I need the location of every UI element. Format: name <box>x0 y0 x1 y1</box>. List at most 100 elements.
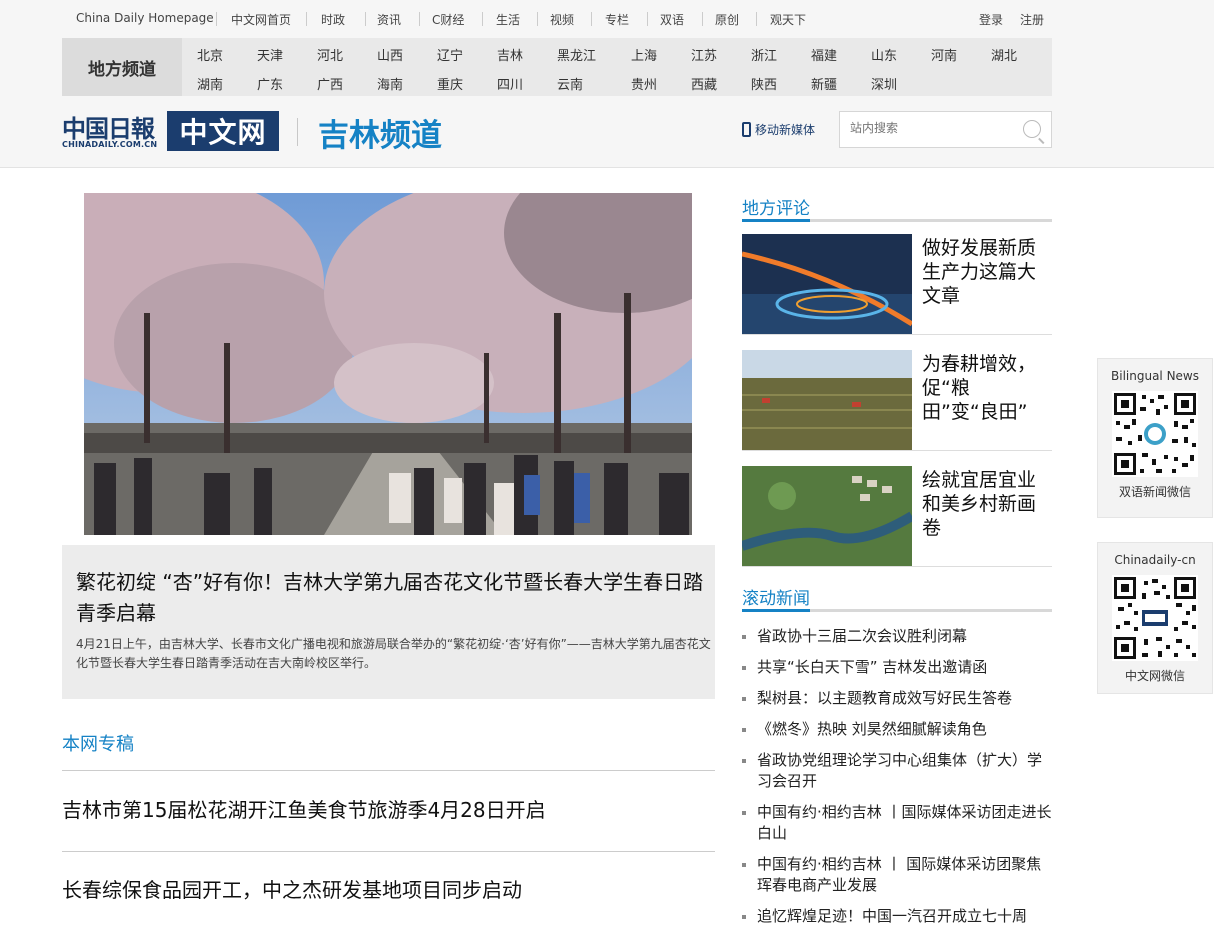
region-link[interactable]: 湖南 <box>197 74 223 93</box>
region-link[interactable]: 黑龙江 <box>557 45 596 64</box>
section-divider <box>62 851 715 852</box>
region-link[interactable]: 湖北 <box>991 45 1017 64</box>
top-nav: China Daily Homepage 中文网首页 时政 资讯 C财经 生活 … <box>62 0 1052 38</box>
region-link[interactable]: 重庆 <box>437 74 463 93</box>
comment-headline[interactable]: 为春耕增效，促“粮田”变“良田” <box>922 352 1046 424</box>
comment-item[interactable]: 做好发展新质生产力这篇大文章 <box>742 234 1052 334</box>
features-section-title[interactable]: 本网专稿 <box>62 730 134 756</box>
region-link[interactable]: 贵州 <box>631 74 657 93</box>
hero-summary: 4月21日上午，由吉林大学、长春市文化广播电视和旅游局联合举办的“繁花初绽·‘杏… <box>76 637 711 670</box>
comments-section: 地方评论 <box>742 194 1052 222</box>
nav-divider <box>306 12 307 26</box>
qr-pattern-icon <box>1112 575 1198 661</box>
bridge-night-image <box>742 234 912 334</box>
news-item[interactable]: 省政协党组理论学习中心组集体（扩大）学习会召开 <box>742 750 1052 792</box>
region-link[interactable]: 浙江 <box>751 45 777 64</box>
region-link[interactable]: 江苏 <box>691 45 717 64</box>
region-link[interactable]: 山西 <box>377 45 403 64</box>
region-label: 地方频道 <box>62 38 182 96</box>
nav-news[interactable]: 资讯 <box>377 11 401 28</box>
region-link[interactable]: 天津 <box>257 45 283 64</box>
rolling-news-section: 滚动新闻 <box>742 584 1052 612</box>
region-link[interactable]: 四川 <box>497 74 523 93</box>
login-link[interactable]: 登录 <box>979 11 1003 28</box>
nav-bilingual[interactable]: 双语 <box>660 11 684 28</box>
region-channels: 地方频道 北京 天津 河北 山西 辽宁 吉林 黑龙江 上海 江苏 浙江 福建 山… <box>62 38 1052 96</box>
region-link[interactable]: 西藏 <box>691 74 717 93</box>
phone-icon <box>742 122 751 137</box>
region-link[interactable]: 广东 <box>257 74 283 93</box>
village-aerial-image <box>742 466 912 566</box>
nav-world[interactable]: 观天下 <box>770 11 806 28</box>
news-item[interactable]: 梨树县：以主题教育成效写好民生答卷 <box>742 688 1052 709</box>
region-link[interactable]: 云南 <box>557 74 583 93</box>
comment-divider <box>742 334 1052 335</box>
qr-pattern-icon <box>1112 391 1198 477</box>
region-link[interactable]: 陕西 <box>751 74 777 93</box>
region-link[interactable]: 新疆 <box>811 74 837 93</box>
nav-divider <box>419 12 420 26</box>
comment-thumbnail[interactable] <box>742 466 912 566</box>
nav-politics[interactable]: 时政 <box>321 11 345 28</box>
mobile-media-link[interactable]: 移动新媒体 <box>742 121 815 138</box>
news-item[interactable]: 《燃冬》热映 刘昊然细腻解读角色 <box>742 719 1052 740</box>
brand-divider <box>297 118 298 146</box>
chinese-site-logo[interactable]: 中文网 <box>167 111 279 151</box>
news-item[interactable]: 追忆辉煌足迹！中国一汽召开成立七十周 <box>742 906 1052 926</box>
nav-cn-homepage[interactable]: 中文网首页 <box>231 11 291 28</box>
comment-thumbnail[interactable] <box>742 234 912 334</box>
nav-divider <box>216 12 217 26</box>
hero-image[interactable] <box>84 193 692 535</box>
nav-life[interactable]: 生活 <box>496 11 520 28</box>
search-icon[interactable] <box>1023 120 1041 138</box>
qr-label-bottom: 双语新闻微信 <box>1118 485 1191 499</box>
region-link[interactable]: 北京 <box>197 45 223 64</box>
rolling-news-header: 滚动新闻 <box>742 584 1052 612</box>
comments-title[interactable]: 地方评论 <box>742 194 810 222</box>
nav-original[interactable]: 原创 <box>715 11 739 28</box>
region-link[interactable]: 吉林 <box>497 45 523 64</box>
comment-divider <box>742 450 1052 451</box>
nav-finance[interactable]: C财经 <box>432 11 464 28</box>
nav-divider <box>365 12 366 26</box>
region-link[interactable]: 深圳 <box>871 74 897 93</box>
register-link[interactable]: 注册 <box>1020 11 1044 28</box>
rolling-news-list: 省政协十三届二次会议胜利闭幕 共享“长白天下雪” 吉林发出邀请函 梨树县：以主题… <box>742 626 1052 926</box>
hero-headline[interactable]: 繁花初绽 “杏”好有你！吉林大学第九届杏花文化节暨长春大学生春日踏青季启幕 <box>76 567 706 629</box>
region-link[interactable]: 山东 <box>871 45 897 64</box>
comments-header: 地方评论 <box>742 194 1052 222</box>
bilingual-qr-code[interactable] <box>1112 391 1198 477</box>
china-daily-logo[interactable]: 中国日報 CHINADAILY.COM.CN <box>62 108 166 154</box>
news-item[interactable]: 中国有约·相约吉林 丨 国际媒体采访团聚焦珲春电商产业发展 <box>742 854 1052 896</box>
region-link[interactable]: 河南 <box>931 45 957 64</box>
region-link[interactable]: 上海 <box>631 45 657 64</box>
comment-headline[interactable]: 绘就宜居宜业和美乡村新画卷 <box>922 468 1046 540</box>
nav-video[interactable]: 视频 <box>550 11 574 28</box>
feature-headline[interactable]: 吉林市第15届松花湖开江鱼美食节旅游季4月28日开启 <box>62 794 546 823</box>
region-link[interactable]: 河北 <box>317 45 343 64</box>
nav-divider <box>591 12 592 26</box>
rolling-news-title[interactable]: 滚动新闻 <box>742 584 810 612</box>
chinadaily-qr-panel: Chinadaily-cn 中文网微信 <box>1097 542 1213 694</box>
comment-item[interactable]: 为春耕增效，促“粮田”变“良田” <box>742 350 1052 450</box>
news-item[interactable]: 共享“长白天下雪” 吉林发出邀请函 <box>742 657 1052 678</box>
comment-headline[interactable]: 做好发展新质生产力这篇大文章 <box>922 236 1046 308</box>
nav-column[interactable]: 专栏 <box>605 11 629 28</box>
nav-divider <box>756 12 757 26</box>
hero-photo-illustration <box>84 193 692 535</box>
mobile-media-label: 移动新媒体 <box>755 123 816 137</box>
region-link[interactable]: 海南 <box>377 74 403 93</box>
region-link[interactable]: 辽宁 <box>437 45 463 64</box>
chinadaily-qr-code[interactable] <box>1112 575 1198 661</box>
nav-china-daily-homepage[interactable]: China Daily Homepage <box>76 11 214 25</box>
news-item[interactable]: 省政协十三届二次会议胜利闭幕 <box>742 626 1052 647</box>
nav-divider <box>647 12 648 26</box>
search-input[interactable] <box>850 121 1010 135</box>
region-link[interactable]: 福建 <box>811 45 837 64</box>
feature-headline[interactable]: 长春综保食品园开工，中之杰研发基地项目同步启动 <box>62 874 522 903</box>
news-item[interactable]: 中国有约·相约吉林 丨国际媒体采访团走进长白山 <box>742 802 1052 844</box>
farmland-image <box>742 350 912 450</box>
comment-item[interactable]: 绘就宜居宜业和美乡村新画卷 <box>742 466 1052 566</box>
region-link[interactable]: 广西 <box>317 74 343 93</box>
comment-thumbnail[interactable] <box>742 350 912 450</box>
